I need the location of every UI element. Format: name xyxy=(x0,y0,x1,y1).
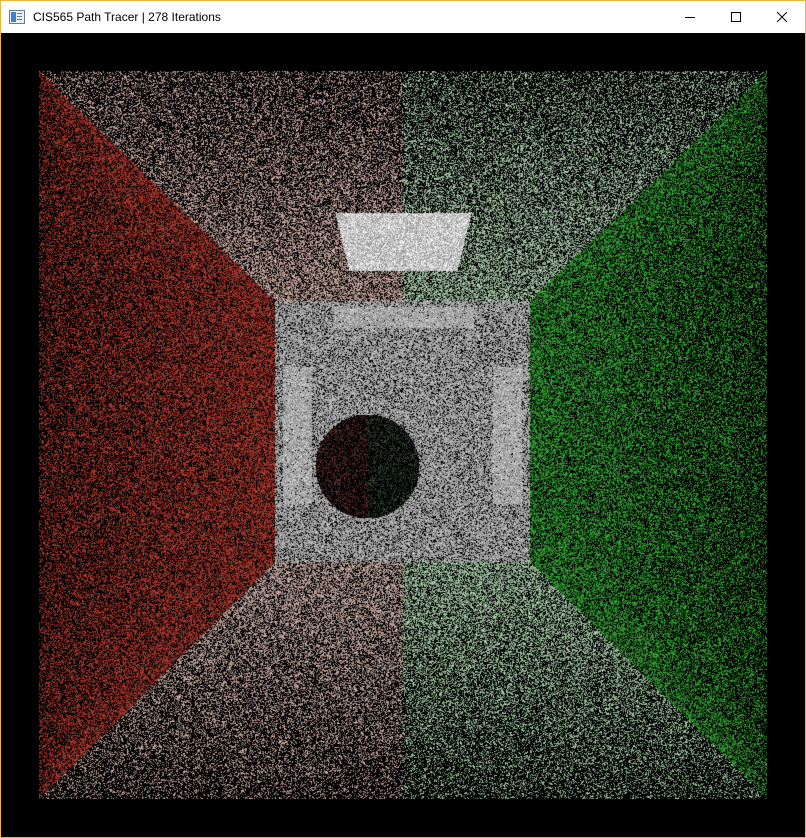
app-window: CIS565 Path Tracer | 278 Iterations xyxy=(0,0,806,838)
app-icon xyxy=(9,10,25,24)
path-traced-render xyxy=(39,71,767,799)
maximize-button[interactable] xyxy=(713,1,759,33)
title-bar[interactable]: CIS565 Path Tracer | 278 Iterations xyxy=(1,1,805,33)
window-controls xyxy=(667,1,805,33)
close-icon xyxy=(777,12,787,22)
render-viewport[interactable] xyxy=(1,33,805,837)
window-title: CIS565 Path Tracer | 278 Iterations xyxy=(33,10,221,24)
maximize-icon xyxy=(731,12,741,22)
minimize-button[interactable] xyxy=(667,1,713,33)
close-button[interactable] xyxy=(759,1,805,33)
minimize-icon xyxy=(685,17,695,18)
